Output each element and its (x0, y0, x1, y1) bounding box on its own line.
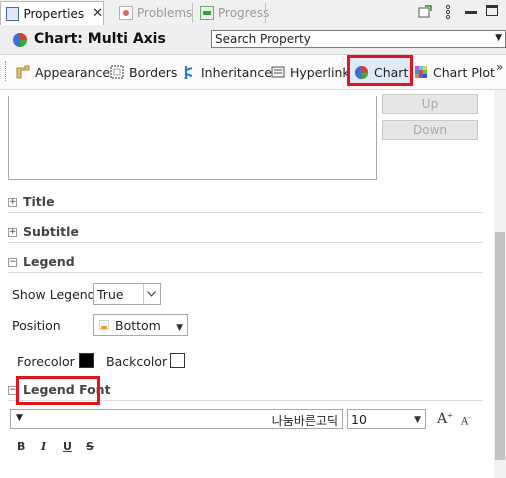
progress-icon (200, 6, 214, 20)
property-category-toolbar: Appearance Borders Inheritance Hyperlink… (0, 55, 506, 90)
position-bottom-icon (99, 320, 109, 330)
scrollbar-thumb[interactable] (495, 232, 505, 460)
category-chart[interactable]: Chart (354, 63, 408, 81)
tab-progress-label: Progress (218, 6, 270, 20)
down-button[interactable]: Down (382, 120, 478, 140)
category-chart-plot-label: Chart Plot (433, 64, 495, 80)
font-family-select[interactable]: ▼ 나눔바른고딕 (10, 409, 343, 429)
inheritance-icon (184, 66, 193, 79)
backcolor-swatch[interactable] (170, 353, 185, 368)
tab-properties[interactable]: Properties ✕ (0, 1, 104, 25)
expand-icon[interactable]: + (8, 228, 17, 237)
collapse-icon[interactable]: − (8, 258, 17, 267)
section-legend-label: Legend (23, 254, 75, 269)
forecolor-label: Forecolor (17, 354, 75, 369)
tab-properties-label: Properties (23, 6, 85, 21)
section-title-label: Title (23, 194, 55, 209)
select-divider (143, 284, 144, 304)
chevron-down-icon[interactable] (147, 290, 156, 300)
italic-button[interactable]: I (41, 440, 46, 453)
category-appearance-label: Appearance (35, 64, 111, 80)
show-legend-label: Show Legend (12, 287, 96, 302)
grow-font-button[interactable]: A+ (437, 411, 453, 427)
category-borders[interactable]: Borders (110, 63, 177, 81)
grow-font-label: A (437, 411, 448, 427)
backcolor-label: Backcolor (106, 354, 168, 369)
show-legend-value: True (97, 286, 124, 302)
close-icon[interactable]: ✕ (92, 6, 103, 21)
chevron-down-icon[interactable]: ▼ (176, 323, 183, 333)
position-select[interactable]: Bottom ▼ (93, 314, 188, 336)
hyperlink-icon (271, 66, 285, 78)
problems-icon (119, 6, 133, 20)
pin-view-icon[interactable] (418, 5, 432, 18)
view-menu-icon[interactable] (445, 4, 451, 20)
property-header: Chart: Multi Axis Search Property ▼ (0, 26, 506, 55)
chart-icon (354, 65, 369, 79)
category-hyperlink[interactable]: Hyperlink (271, 63, 350, 81)
category-chart-plot[interactable]: Chart Plot (414, 63, 495, 81)
shrink-font-button[interactable]: A- (461, 414, 471, 427)
bold-button[interactable]: B (17, 440, 25, 453)
minimize-icon[interactable] (465, 11, 477, 14)
expand-icon[interactable]: + (8, 198, 17, 207)
series-list[interactable] (8, 96, 377, 180)
underline-button[interactable]: U (63, 440, 72, 453)
forecolor-swatch[interactable] (79, 353, 94, 368)
section-subtitle[interactable]: + Subtitle (8, 224, 483, 243)
position-value: Bottom (115, 317, 161, 333)
properties-icon (6, 6, 20, 21)
toolbar-grip (5, 61, 9, 81)
chart-icon (13, 33, 27, 47)
chevron-down-icon[interactable]: ▼ (495, 33, 502, 43)
borders-icon (110, 65, 124, 79)
strikethrough-button[interactable]: S (86, 440, 94, 453)
show-legend-select[interactable]: True (93, 283, 161, 305)
search-property-combo[interactable]: Search Property ▼ (211, 30, 506, 48)
maximize-icon[interactable] (486, 5, 498, 16)
category-inheritance-label: Inheritance (201, 64, 272, 80)
font-family-value: 나눔바른고딕 (271, 414, 338, 428)
category-hyperlink-label: Hyperlink (290, 64, 350, 80)
tab-problems[interactable]: Problems (114, 1, 192, 25)
category-borders-label: Borders (129, 64, 178, 80)
category-chart-label: Chart (374, 64, 409, 80)
appearance-icon (16, 65, 30, 79)
legend-font-highlight (16, 376, 100, 405)
chevron-down-icon[interactable]: ▼ (414, 415, 421, 425)
category-inheritance[interactable]: Inheritance (182, 63, 272, 81)
tab-progress[interactable]: Progress (195, 1, 269, 25)
chart-plot-icon (415, 66, 427, 78)
section-subtitle-label: Subtitle (23, 224, 79, 239)
font-size-select[interactable]: 10 ▼ (347, 409, 426, 429)
view-tab-bar: Properties ✕ Problems Progress (0, 0, 506, 27)
up-button[interactable]: Up (382, 94, 478, 114)
position-label: Position (12, 318, 61, 333)
chevron-down-icon[interactable]: ▼ (16, 413, 23, 423)
section-title[interactable]: + Title (8, 194, 483, 213)
tab-separator (265, 3, 266, 23)
font-size-value: 10 (351, 411, 367, 427)
section-legend[interactable]: − Legend (8, 254, 483, 273)
category-appearance[interactable]: Appearance (16, 63, 110, 81)
search-property-input[interactable]: Search Property (215, 32, 311, 46)
page-title: Chart: Multi Axis (34, 31, 166, 47)
toolbar-overflow-button[interactable]: » (496, 60, 503, 74)
tab-problems-label: Problems (137, 6, 193, 20)
tab-separator (192, 3, 193, 23)
